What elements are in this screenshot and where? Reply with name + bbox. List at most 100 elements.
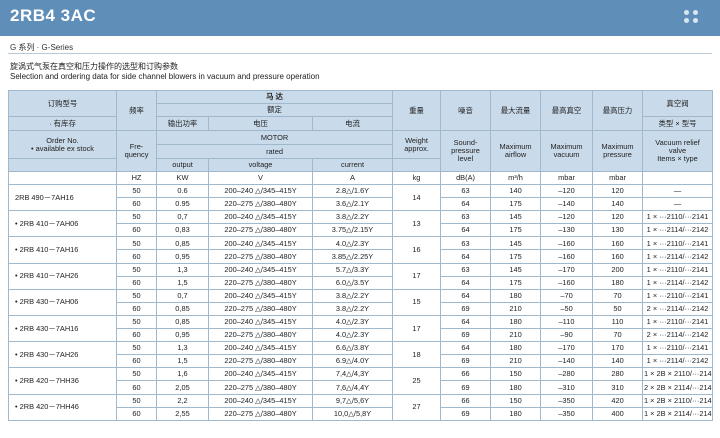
header-current-cn: 电流 [311, 116, 394, 131]
cell-db: 64 [440, 314, 492, 330]
cell-pres: 70 [592, 288, 644, 303]
table-row: • 2RB 420－7HH46 50 2,2 200–240 △/345–415Y 9,… [8, 393, 714, 421]
cell-v: 200–240 △/345–415Y [208, 183, 313, 199]
header-frequency-cn: 频率 [116, 90, 157, 131]
cell-hz: 60 [116, 223, 157, 238]
cell-flow: 140 [490, 183, 542, 199]
unit-pressure: mbar [592, 171, 644, 185]
cell-valve: 2 × ···2114/···2142 [642, 301, 714, 316]
header-weight-en: Weight approx. [392, 130, 442, 159]
header-noise-en: Sound-pressure level [440, 130, 492, 172]
cell-kw: 0,85 [156, 314, 209, 330]
cell-vac: –280 [540, 367, 594, 382]
cell-flow: 180 [490, 288, 542, 303]
cell-valve: 1 × ···2110/···2141 [642, 236, 714, 251]
header-weight-cn: 重量 [392, 90, 442, 131]
cell-flow: 210 [490, 328, 542, 343]
cell-v: 220–275 △/380–480Y [208, 197, 313, 212]
table-row: • 2RB 410－7AH16 50 0,85 200–240 △/345–415Y 4… [8, 236, 714, 264]
cell-kw: 0.95 [156, 197, 209, 212]
cell-valve: 1 × 2B × 2110/···2141 [642, 367, 714, 382]
weight-cell: 18 [392, 341, 442, 369]
cell-hz: 50 [116, 183, 157, 199]
cell-valve: 1 × ···2110/···2141 [642, 288, 714, 303]
weight-cell: 17 [392, 262, 442, 290]
cell-a: 3.8△/2.2Y [311, 301, 394, 316]
header-output-en: output [156, 158, 209, 172]
unit-output: KW [156, 171, 209, 185]
order-number-cell: • 2RB 410－7AH06 [8, 210, 117, 238]
cell-db: 64 [440, 275, 492, 290]
header-current-en: current [311, 158, 394, 172]
cell-pres: 420 [592, 393, 644, 408]
cell-v: 220–275 △/380–480Y [208, 406, 313, 421]
table-row: 2RB 490－7AH16 50 0.6 200–240 △/345–415Y 2.8△… [8, 183, 714, 212]
cell-a: 3.8△/2.2Y [311, 210, 394, 225]
divider [8, 53, 712, 54]
order-number-cell: • 2RB 410－7AH16 [8, 236, 117, 264]
header-weight-spacer [392, 158, 442, 172]
cell-vac: –310 [540, 380, 594, 395]
page-title: 2RB4 3AC [10, 6, 97, 25]
header-relief-cn: 真空阀 [642, 90, 714, 117]
header-voltage-en: voltage [208, 158, 313, 172]
cell-hz: 50 [116, 236, 157, 251]
cell-db: 69 [440, 406, 492, 421]
cell-pres: 200 [592, 262, 644, 277]
spec-table: 订购型号 频率 马 达 重量 噪音 最大流量 最高真空 最高压力 真空阀 额定 … [8, 90, 714, 421]
cell-pres: 110 [592, 314, 644, 330]
cell-kw: 1,3 [156, 341, 209, 356]
cell-v: 200–240 △/345–415Y [208, 210, 313, 225]
cell-vac: –120 [540, 210, 594, 225]
cell-db: 64 [440, 197, 492, 212]
cell-kw: 1,6 [156, 367, 209, 382]
cell-flow: 210 [490, 354, 542, 369]
header-rated-cn: 额定 [155, 103, 394, 117]
cell-valve: 1 × ···2114/···2142 [642, 249, 714, 264]
cell-kw: 1,3 [156, 262, 209, 277]
cell-valve: 1 × ···2110/···2141 [642, 341, 714, 356]
cell-v: 220–275 △/380–480Y [208, 301, 313, 316]
cell-vac: –170 [540, 341, 594, 356]
cell-valve: 2 × ···2114/···2142 [642, 328, 714, 343]
cell-vac: –140 [540, 354, 594, 369]
unit-weight: kg [392, 171, 442, 185]
cell-pres: 70 [592, 328, 644, 343]
cell-db: 69 [440, 301, 492, 316]
cell-kw: 0,83 [156, 223, 209, 238]
cell-db: 63 [440, 262, 492, 277]
cell-kw: 0.6 [156, 183, 209, 199]
cell-hz: 60 [116, 275, 157, 290]
unit-valve [642, 171, 714, 185]
cell-vac: –130 [540, 223, 594, 238]
cell-v: 200–240 △/345–415Y [208, 393, 313, 408]
cell-a: 6.9△/4.0Y [311, 354, 394, 369]
cell-valve: 1 × ···2110/···2141 [642, 314, 714, 330]
cell-hz: 50 [116, 393, 157, 408]
cell-flow: 180 [490, 341, 542, 356]
unit-frequency: HZ [116, 171, 157, 185]
cell-pres: 280 [592, 367, 644, 382]
cell-vac: –350 [540, 406, 594, 421]
cell-v: 220–275 △/380–480Y [208, 275, 313, 290]
cell-v: 220–275 △/380–480Y [208, 249, 313, 264]
cell-flow: 175 [490, 249, 542, 264]
header-pressure-en: Maximum pressure [592, 130, 644, 172]
cell-db: 66 [440, 393, 492, 408]
cell-db: 69 [440, 328, 492, 343]
cell-flow: 180 [490, 406, 542, 421]
cell-pres: 50 [592, 301, 644, 316]
cell-v: 200–240 △/345–415Y [208, 262, 313, 277]
cell-flow: 175 [490, 275, 542, 290]
cell-pres: 180 [592, 275, 644, 290]
header-noise-cn: 噪音 [440, 90, 492, 131]
cell-pres: 130 [592, 223, 644, 238]
cell-hz: 60 [116, 354, 157, 369]
series-label: G 系列 · G-Series [10, 43, 74, 52]
unit-vacuum: mbar [540, 171, 594, 185]
cell-v: 200–240 △/345–415Y [208, 314, 313, 330]
cell-vac: –350 [540, 393, 594, 408]
cell-hz: 60 [116, 380, 157, 395]
table-row: • 2RB 430－7AH06 50 0,7 200–240 △/345–415Y 3.… [8, 288, 714, 316]
cell-vac: –160 [540, 236, 594, 251]
